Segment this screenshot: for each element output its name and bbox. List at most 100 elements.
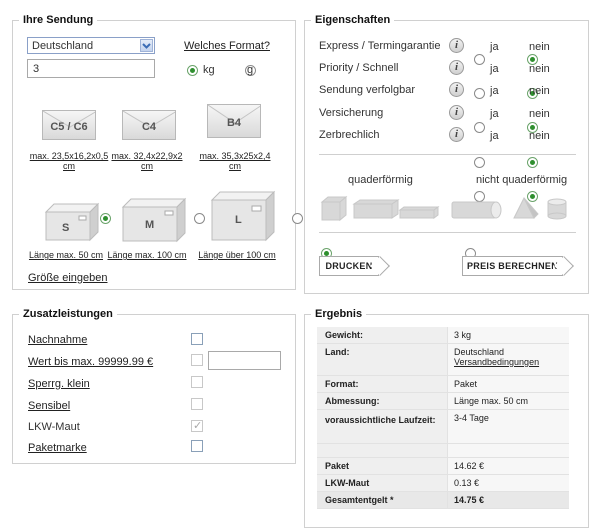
envelope-c5c6-icon[interactable]: C5 / C6 bbox=[42, 110, 96, 140]
box-m-label: M bbox=[145, 219, 155, 231]
envelope-c4-size: max. 32,4x22,9x2 cm bbox=[111, 151, 183, 171]
no-label: nein bbox=[529, 41, 550, 53]
total-key: Gesamtentgelt * bbox=[317, 492, 447, 508]
box-s-radio[interactable] bbox=[100, 212, 112, 224]
spacer-cell bbox=[447, 444, 569, 457]
yes-label: ja bbox=[490, 63, 499, 75]
parcel-price-value: 14.62 € bbox=[447, 458, 569, 474]
value-limit-checkbox[interactable] bbox=[191, 354, 203, 366]
country-select-value: Deutschland bbox=[32, 40, 94, 52]
shipping-terms-link[interactable]: Versandbedingungen bbox=[454, 357, 539, 367]
info-icon[interactable]: i bbox=[449, 60, 464, 75]
envelope-c4-label: C4 bbox=[141, 121, 157, 133]
no-label: nein bbox=[529, 85, 550, 97]
format-help-link[interactable]: Welches Format? bbox=[184, 40, 270, 52]
option-priority-yes-radio[interactable] bbox=[474, 87, 485, 99]
country-select[interactable]: Deutschland bbox=[27, 37, 155, 54]
option-tracking-label: Sendung verfolgbar bbox=[319, 84, 416, 96]
sperrgut-link[interactable]: Sperrg. klein bbox=[28, 378, 90, 390]
no-label: nein bbox=[529, 130, 550, 142]
envelope-b4-size: max. 35,3x25x2,4 cm bbox=[199, 151, 271, 171]
value-limit-link[interactable]: Wert bis max. 99999.99 € bbox=[28, 356, 153, 368]
option-express-label: Express / Termingarantie bbox=[319, 40, 441, 52]
option-fragile-label: Zerbrechlich bbox=[319, 129, 380, 141]
option-insurance-yes-radio[interactable] bbox=[474, 156, 485, 168]
value-limit-input[interactable] bbox=[208, 351, 281, 370]
box-l-icon[interactable]: L bbox=[210, 190, 276, 242]
country-cell: Deutschland Versandbedingungen bbox=[447, 344, 569, 375]
unit-g-label: g bbox=[247, 64, 254, 76]
spacer-cell bbox=[317, 444, 447, 457]
no-label: nein bbox=[529, 108, 550, 120]
transit-value: 3-4 Tage bbox=[447, 410, 569, 443]
no-label: nein bbox=[529, 63, 550, 75]
envelope-b4-label: B4 bbox=[226, 117, 242, 129]
box-s-icon[interactable]: S bbox=[44, 202, 100, 242]
yes-label: ja bbox=[490, 130, 499, 142]
sensibel-checkbox[interactable] bbox=[191, 398, 203, 410]
nachnahme-link[interactable]: Nachnahme bbox=[28, 334, 87, 346]
box-l-label: L bbox=[235, 214, 242, 226]
weight-input[interactable]: 3 bbox=[27, 59, 155, 78]
option-insurance-label: Versicherung bbox=[319, 107, 384, 119]
box-s-label: S bbox=[62, 222, 70, 234]
toll-value: 0.13 € bbox=[447, 475, 569, 491]
lkw-maut-label: LKW-Maut bbox=[28, 421, 80, 433]
unit-kg-radio[interactable] bbox=[187, 64, 198, 76]
info-icon[interactable]: i bbox=[449, 105, 464, 120]
sendung-legend: Ihre Sendung bbox=[23, 14, 94, 26]
shape-icons bbox=[320, 194, 570, 222]
yes-label: ja bbox=[490, 41, 499, 53]
total-value: 14.75 € bbox=[447, 492, 569, 508]
info-icon[interactable]: i bbox=[449, 82, 464, 97]
sensibel-link[interactable]: Sensibel bbox=[28, 400, 70, 412]
option-express-yes-radio[interactable] bbox=[474, 53, 485, 65]
transit-key: voraussichtliche Laufzeit: bbox=[317, 410, 447, 443]
shape-cuboid-label: quaderförmig bbox=[348, 174, 413, 186]
dimension-key: Abmessung: bbox=[317, 393, 447, 409]
envelope-c5c6-size: max. 23,5x16,2x0,5 cm bbox=[29, 151, 109, 171]
yes-label: ja bbox=[490, 108, 499, 120]
nachnahme-checkbox[interactable] bbox=[191, 333, 203, 345]
unit-kg-label: kg bbox=[203, 64, 215, 76]
envelope-b4-icon[interactable]: B4 bbox=[207, 104, 261, 138]
shape-non-cuboid-label: nicht quaderförmig bbox=[476, 174, 568, 186]
table-row: Abmessung: Länge max. 50 cm bbox=[317, 393, 569, 410]
table-row: Gesamtentgelt * 14.75 € bbox=[317, 492, 569, 509]
box-m-radio[interactable] bbox=[194, 212, 206, 224]
yes-label: ja bbox=[490, 85, 499, 97]
paketmarke-link[interactable]: Paketmarke bbox=[28, 442, 87, 454]
table-row: Land: Deutschland Versandbedingungen bbox=[317, 344, 569, 376]
print-button[interactable]: DRUCKEN bbox=[319, 256, 379, 276]
table-row: Gewicht: 3 kg bbox=[317, 327, 569, 344]
option-tracking-yes-radio[interactable] bbox=[474, 121, 485, 133]
weight-key: Gewicht: bbox=[317, 327, 447, 343]
eigenschaften-legend: Eigenschaften bbox=[315, 14, 391, 26]
dimension-value: Länge max. 50 cm bbox=[447, 393, 569, 409]
divider bbox=[319, 154, 576, 155]
paketmarke-checkbox[interactable] bbox=[191, 440, 203, 452]
option-insurance-no-radio[interactable] bbox=[527, 156, 539, 168]
table-row: Paket 14.62 € bbox=[317, 458, 569, 475]
parcel-price-key: Paket bbox=[317, 458, 447, 474]
box-l-radio[interactable] bbox=[292, 212, 304, 224]
box-m-icon[interactable]: M bbox=[121, 197, 187, 243]
chevron-down-icon bbox=[140, 39, 153, 52]
info-icon[interactable]: i bbox=[449, 127, 464, 142]
result-table: Gewicht: 3 kg Land: Deutschland Versandb… bbox=[317, 327, 569, 509]
envelope-c4-icon[interactable]: C4 bbox=[122, 110, 176, 140]
calculate-price-button[interactable]: PREIS BERECHNEN bbox=[462, 256, 563, 276]
weight-value: 3 kg bbox=[447, 327, 569, 343]
custom-size-link[interactable]: Größe eingeben bbox=[28, 272, 108, 284]
format-key: Format: bbox=[317, 376, 447, 392]
lkw-maut-checkbox[interactable] bbox=[191, 419, 203, 432]
table-row: voraussichtliche Laufzeit: 3-4 Tage bbox=[317, 410, 569, 444]
ergebnis-legend: Ergebnis bbox=[315, 308, 363, 320]
country-key: Land: bbox=[317, 344, 447, 375]
toll-key: LKW-Maut bbox=[317, 475, 447, 491]
envelope-c5c6-label: C5 / C6 bbox=[50, 121, 88, 133]
table-row: LKW-Maut 0.13 € bbox=[317, 475, 569, 492]
info-icon[interactable]: i bbox=[449, 38, 464, 53]
sperrgut-checkbox[interactable] bbox=[191, 376, 203, 388]
format-value: Paket bbox=[447, 376, 569, 392]
